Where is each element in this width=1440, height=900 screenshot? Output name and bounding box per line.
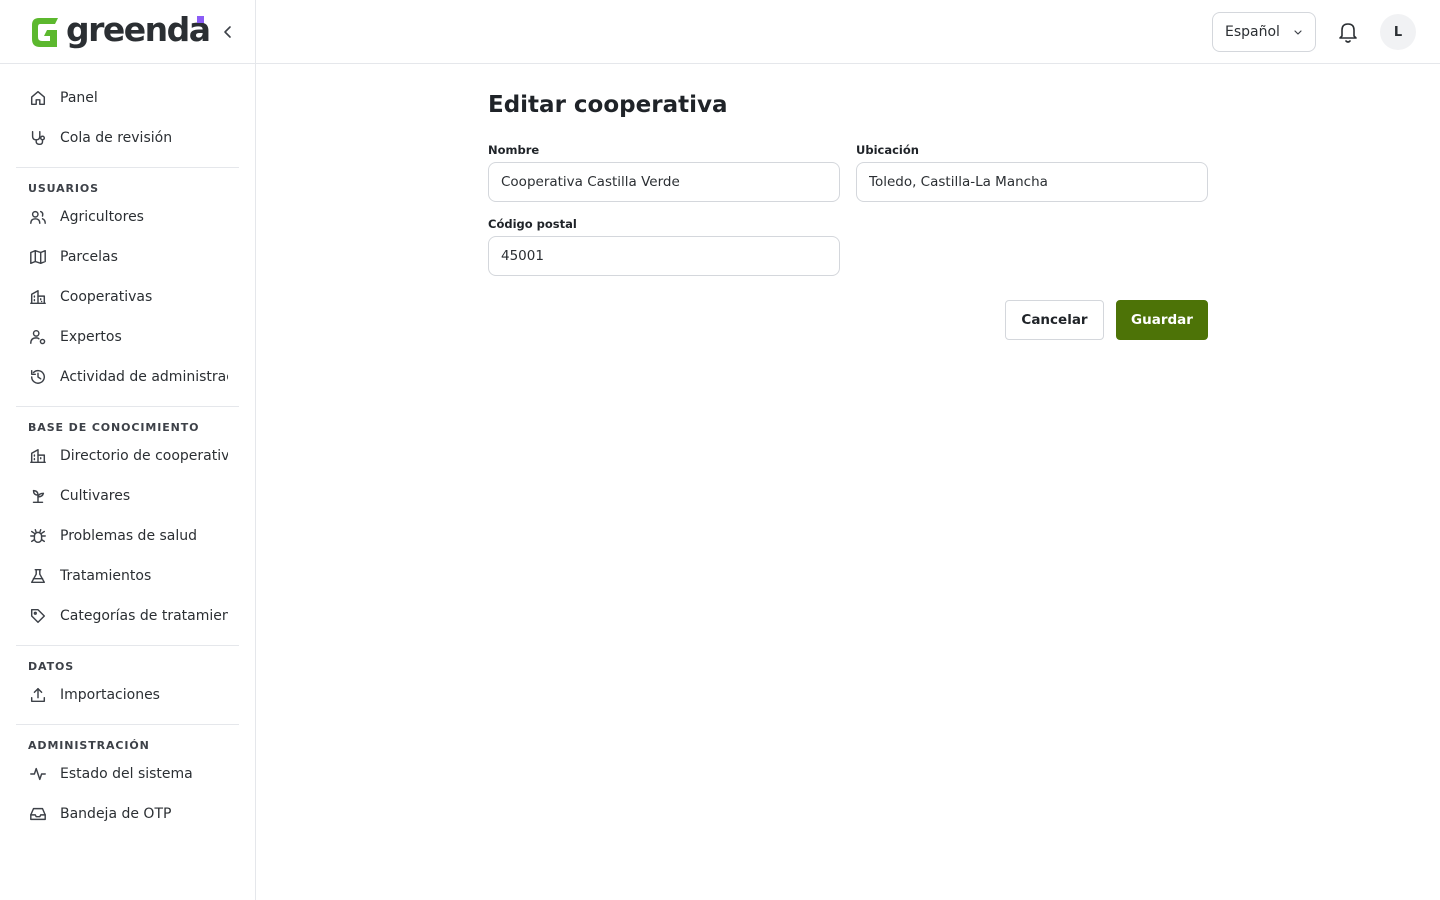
location-field-label: Ubicación	[856, 143, 919, 157]
logo-mark-icon	[32, 17, 58, 47]
postal-code-field-label: Código postal	[488, 217, 577, 231]
main-content: Editar cooperativa Nombre Ubicación Códi…	[488, 64, 1208, 340]
sidebar-item-label: Bandeja de OTP	[60, 806, 172, 822]
chevron-left-icon	[224, 26, 231, 38]
upload-icon	[28, 685, 48, 705]
language-select-value: Español	[1225, 24, 1280, 40]
sidebar-item-plots[interactable]: Parcelas	[16, 237, 228, 277]
sidebar-item-cultivars[interactable]: Cultivares	[16, 476, 228, 516]
sidebar-item-label: Agricultores	[60, 209, 144, 225]
nav-group-title: USUARIOS	[28, 182, 99, 195]
sidebar-item-imports[interactable]: Importaciones	[16, 675, 228, 715]
postal-code-field[interactable]	[488, 236, 840, 276]
sidebar-item-admin-activity[interactable]: Actividad de administración	[16, 357, 228, 397]
nav-group-users: USUARIOS Agricultores Parcelas Cooperati…	[16, 168, 239, 407]
cancel-button[interactable]: Cancelar	[1005, 300, 1104, 340]
sidebar-item-cooperative-directory[interactable]: Directorio de cooperativas	[16, 436, 228, 476]
nav-group-title: ADMINISTRACIÓN	[28, 739, 150, 752]
flask-icon	[28, 566, 48, 586]
nav-group-knowledge-base: BASE DE CONOCIMIENTO Directorio de coope…	[16, 407, 239, 646]
brand-bar: greenda	[0, 0, 255, 64]
sidebar-item-label: Directorio de cooperativas	[60, 448, 228, 464]
sidebar-item-system-status[interactable]: Estado del sistema	[16, 754, 228, 794]
sidebar-item-label: Actividad de administración	[60, 369, 228, 385]
stethoscope-icon	[28, 128, 48, 148]
sidebar-item-label: Tratamientos	[60, 568, 152, 584]
form-row: Código postal	[488, 216, 1208, 276]
sidebar-item-farmers[interactable]: Agricultores	[16, 197, 228, 237]
logo-text: greenda	[66, 10, 211, 49]
sidebar-item-experts[interactable]: Expertos	[16, 317, 228, 357]
sidebar-item-label: Panel	[60, 90, 98, 106]
sidebar-item-otp-inbox[interactable]: Bandeja de OTP	[16, 794, 228, 834]
postal-code-field-group: Código postal	[488, 216, 840, 276]
sidebar-item-label: Parcelas	[60, 249, 118, 265]
collapse-sidebar-button[interactable]	[218, 22, 238, 42]
sidebar-item-label: Problemas de salud	[60, 528, 198, 544]
sidebar-item-label: Cooperativas	[60, 289, 153, 305]
sidebar-item-review-queue[interactable]: Cola de revisión	[16, 118, 228, 158]
page-title: Editar cooperativa	[488, 92, 728, 118]
nav-group-administration: ADMINISTRACIÓN Estado del sistema Bandej…	[16, 725, 239, 843]
user-cog-icon	[28, 327, 48, 347]
sidebar-item-treatment-categories[interactable]: Categorías de tratamientos	[16, 596, 228, 636]
logo[interactable]: greenda	[28, 10, 211, 49]
sidebar-item-label: Categorías de tratamientos	[60, 608, 228, 624]
sidebar-nav: Panel Cola de revisión USUARIOS Agricult…	[0, 64, 255, 843]
sidebar-item-panel[interactable]: Panel	[16, 78, 228, 118]
name-field[interactable]	[488, 162, 840, 202]
form-actions: Cancelar Guardar	[488, 300, 1208, 340]
sidebar-item-label: Estado del sistema	[60, 766, 193, 782]
save-button[interactable]: Guardar	[1116, 300, 1208, 340]
sidebar: greenda Panel Cola de revisión USUARIOS …	[0, 0, 256, 900]
bug-icon	[28, 526, 48, 546]
sidebar-item-cooperatives[interactable]: Cooperativas	[16, 277, 228, 317]
nav-group-data: DATOS Importaciones	[16, 646, 239, 725]
chevron-down-icon	[1294, 30, 1302, 35]
name-field-group: Nombre	[488, 142, 840, 202]
nav-group-main: Panel Cola de revisión	[16, 64, 239, 168]
name-field-label: Nombre	[488, 143, 540, 157]
logo-dot	[197, 16, 204, 23]
top-bar: Español L	[256, 0, 1440, 64]
activity-icon	[28, 764, 48, 784]
location-field[interactable]	[856, 162, 1208, 202]
sidebar-item-health-problems[interactable]: Problemas de salud	[16, 516, 228, 556]
sidebar-item-treatments[interactable]: Tratamientos	[16, 556, 228, 596]
map-icon	[28, 247, 48, 267]
sidebar-item-label: Expertos	[60, 329, 122, 345]
sidebar-item-label: Cultivares	[60, 488, 131, 504]
bell-icon	[1339, 23, 1357, 43]
users-icon	[28, 207, 48, 227]
nav-group-title: DATOS	[28, 660, 75, 673]
sidebar-item-label: Importaciones	[60, 687, 160, 703]
inbox-icon	[28, 804, 48, 824]
sprout-icon	[28, 486, 48, 506]
building-icon	[28, 446, 48, 466]
tag-icon	[28, 606, 48, 626]
avatar[interactable]: L	[1380, 14, 1416, 50]
nav-group-title: BASE DE CONOCIMIENTO	[28, 421, 200, 434]
language-select[interactable]: Español	[1212, 12, 1316, 52]
home-icon	[28, 88, 48, 108]
notifications-button[interactable]	[1336, 20, 1360, 44]
location-field-group: Ubicación	[856, 142, 1208, 202]
building-icon	[28, 287, 48, 307]
sidebar-item-label: Cola de revisión	[60, 130, 173, 146]
history-icon	[28, 367, 48, 387]
form-row: Nombre Ubicación	[488, 142, 1208, 202]
